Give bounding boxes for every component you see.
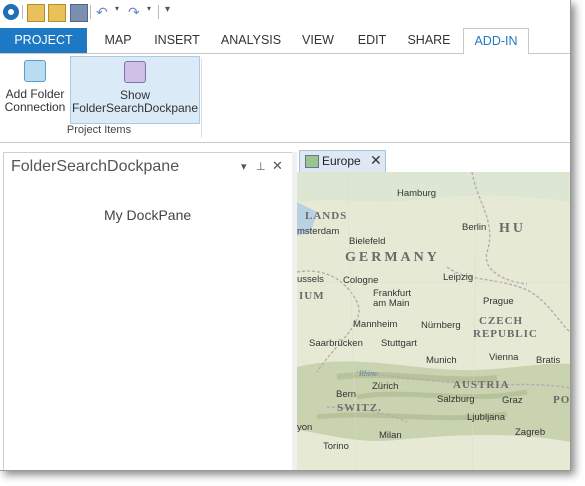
city-label: Cologne (343, 275, 379, 286)
city-label: yon (297, 422, 313, 433)
country-label: SWITZ. (337, 402, 382, 414)
save-icon[interactable] (70, 4, 88, 22)
add-folder-connection-button[interactable]: Add Folder Connection (3, 56, 67, 122)
application-window: ↶ ▾ ↷ ▾ ▾ PROJECT MAP INSERT ANALYSIS VI… (0, 0, 571, 471)
folder-connection-icon (24, 60, 46, 82)
city-label: Torino (323, 441, 349, 452)
add-folder-label-line2: Connection (4, 100, 66, 114)
close-pane-icon[interactable]: ✕ (272, 158, 283, 174)
city-label: Vienna (489, 352, 519, 363)
city-label: Milan (379, 430, 402, 441)
city-label: Hamburg (397, 188, 437, 199)
city-label: Stuttgart (381, 338, 417, 349)
show-label-line2: FolderSearchDockpane (71, 101, 199, 115)
country-label: GERMANY (345, 250, 440, 265)
city-label: msterdam (297, 226, 340, 237)
country-label: LANDS (305, 210, 348, 222)
dockpane-content-text: My DockPane (104, 207, 192, 223)
group-separator (201, 58, 202, 138)
map-tab-europe[interactable]: Europe ✕ (299, 150, 386, 172)
ribbon-tabs: PROJECT MAP INSERT ANALYSIS VIEW EDIT SH… (0, 28, 570, 55)
country-label: REPUBLIC (473, 328, 538, 340)
map-icon (305, 155, 319, 168)
city-label: ussels (297, 274, 324, 285)
city-label: Ljubljana (467, 412, 506, 423)
city-label: Nürnberg (421, 320, 461, 331)
map-view[interactable]: LANDS HU GERMANY IUM CZECH REPUBLIC AUST… (297, 172, 570, 470)
city-label: Bielefeld (349, 236, 386, 247)
country-label: AUSTRIA (453, 379, 510, 391)
country-label: IUM (299, 290, 325, 302)
app-icon[interactable] (3, 4, 19, 20)
city-label: Zagreb (515, 427, 546, 438)
toolbar-separator (22, 5, 23, 19)
folder-search-dockpane: FolderSearchDockpane ▾ ⊥ ✕ My DockPane (3, 152, 293, 470)
city-label: Zürich (372, 381, 399, 392)
show-dockpane-button[interactable]: Show FolderSearchDockpane (70, 56, 200, 124)
toolbar-separator (158, 5, 159, 19)
tab-map[interactable]: MAP (96, 28, 140, 53)
city-label: Saarbrücken (309, 338, 363, 349)
pane-menu-icon[interactable]: ▾ (241, 160, 247, 173)
country-label: POL (553, 394, 570, 406)
open-project-icon[interactable] (48, 4, 66, 22)
country-label: HU (499, 221, 526, 236)
redo-dropdown-icon[interactable]: ▾ (147, 4, 163, 20)
city-label: Berlin (462, 222, 487, 233)
tab-add-in[interactable]: ADD-IN (463, 28, 529, 55)
dockpane-title: FolderSearchDockpane (11, 158, 180, 175)
city-label: Munich (426, 355, 457, 366)
country-label: CZECH (479, 315, 524, 327)
tab-project[interactable]: PROJECT (0, 28, 87, 53)
city-label: am Main (373, 298, 410, 309)
undo-icon[interactable]: ↶ (96, 4, 112, 20)
city-label: Bratis (536, 355, 561, 366)
city-label: Leipzig (443, 272, 474, 283)
pin-icon[interactable]: ⊥ (256, 160, 266, 173)
close-map-icon[interactable]: ✕ (370, 152, 382, 169)
map-tab-label: Europe (322, 154, 361, 168)
city-label: Graz (502, 395, 523, 406)
quick-access-toolbar: ↶ ▾ ↷ ▾ ▾ (0, 0, 570, 25)
city-label: Bern (336, 389, 357, 400)
dockpane-icon (124, 61, 146, 83)
customize-toolbar-icon[interactable]: ▾ (165, 4, 181, 20)
tab-edit[interactable]: EDIT (350, 28, 394, 53)
tab-share[interactable]: SHARE (402, 28, 456, 53)
city-label: Salzburg (437, 394, 475, 405)
redo-icon[interactable]: ↷ (128, 4, 144, 20)
city-label: Mannheim (353, 319, 398, 330)
tab-view[interactable]: VIEW (296, 28, 340, 53)
new-project-icon[interactable] (27, 4, 45, 22)
ribbon-panel: Add Folder Connection Show FolderSearchD… (0, 54, 570, 143)
river-label: Rhine (359, 369, 378, 378)
toolbar-separator (90, 5, 91, 19)
tab-insert[interactable]: INSERT (148, 28, 206, 53)
tab-analysis[interactable]: ANALYSIS (214, 28, 288, 53)
group-label-project-items: Project Items (66, 124, 132, 136)
city-label: Prague (483, 296, 514, 307)
